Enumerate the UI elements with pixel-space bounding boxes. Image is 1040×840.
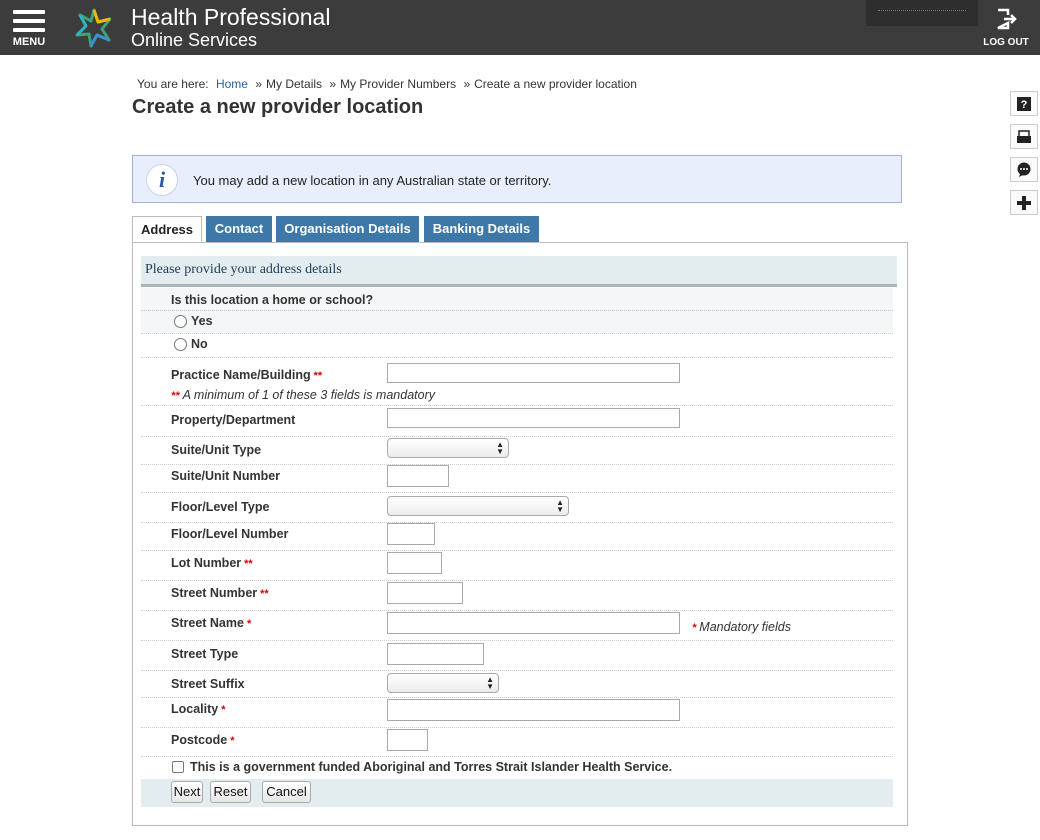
- tab-contact[interactable]: Contact: [206, 216, 272, 242]
- street-number-label: Street Number: [171, 586, 258, 600]
- add-icon[interactable]: [1010, 190, 1038, 215]
- breadcrumb-prefix: You are here:: [137, 77, 209, 91]
- radio-yes[interactable]: [174, 315, 187, 328]
- min-fields-note: A minimum of 1 of these 3 fields is mand…: [182, 388, 435, 402]
- locality-input[interactable]: [387, 699, 680, 721]
- brand-subtitle: Online Services: [131, 30, 258, 50]
- breadcrumb-my-details[interactable]: My Details: [266, 77, 322, 91]
- postcode-label: Postcode: [171, 733, 228, 747]
- svg-text:?: ?: [1021, 99, 1028, 111]
- form-actions: Next Reset Cancel: [141, 779, 893, 807]
- logout-icon: [997, 8, 1017, 30]
- floor-number-input[interactable]: [387, 523, 435, 545]
- logout-label: LOG OUT: [983, 37, 1029, 48]
- street-number-input[interactable]: [387, 582, 463, 604]
- street-name-row: Street Name * * Mandatory fields: [141, 611, 893, 641]
- required-marker: *: [221, 704, 226, 716]
- required-marker: **: [260, 588, 269, 600]
- property-label: Property/Department: [171, 413, 296, 427]
- postcode-input[interactable]: [387, 729, 428, 751]
- required-marker: **: [171, 390, 180, 402]
- print-icon[interactable]: [1010, 124, 1038, 149]
- reset-button[interactable]: Reset: [210, 781, 251, 803]
- street-name-input[interactable]: [387, 612, 680, 634]
- logout-button[interactable]: LOG OUT: [982, 8, 1030, 48]
- home-school-question: Is this location a home or school?: [171, 293, 374, 307]
- practice-name-label: Practice Name/Building: [171, 368, 311, 382]
- aboriginal-service-checkbox[interactable]: [172, 761, 184, 773]
- suite-number-label: Suite/Unit Number: [171, 469, 281, 483]
- side-toolbar: ?: [1010, 91, 1038, 223]
- tab-banking-details[interactable]: Banking Details: [424, 216, 539, 242]
- property-row: Property/Department: [141, 406, 893, 437]
- radio-no-label: No: [191, 337, 208, 351]
- floor-type-label: Floor/Level Type: [171, 500, 270, 514]
- user-info-box: [866, 0, 978, 26]
- next-button[interactable]: Next: [171, 781, 203, 803]
- postcode-row: Postcode *: [141, 728, 893, 757]
- required-marker: *: [692, 622, 697, 634]
- breadcrumb-home[interactable]: Home: [216, 77, 248, 91]
- radio-yes-label: Yes: [191, 314, 213, 328]
- required-marker: **: [313, 370, 323, 382]
- suite-number-row: Suite/Unit Number: [141, 465, 893, 493]
- tab-organisation-details[interactable]: Organisation Details: [276, 216, 419, 242]
- breadcrumb: You are here: Home » My Details » My Provi…: [137, 77, 637, 91]
- page-title: Create a new provider location: [132, 96, 424, 118]
- floor-type-row: Floor/Level Type ▲ ▼: [141, 493, 893, 523]
- street-type-input[interactable]: [387, 643, 484, 665]
- menu-button[interactable]: MENU: [10, 10, 48, 48]
- info-message: You may add a new location in any Austra…: [193, 173, 552, 188]
- property-input[interactable]: [387, 408, 680, 428]
- breadcrumb-provider-numbers[interactable]: My Provider Numbers: [340, 77, 456, 91]
- hamburger-icon: [10, 10, 48, 32]
- practice-name-row: Practice Name/Building ** ** A minimum of …: [141, 358, 893, 406]
- lot-number-input[interactable]: [387, 552, 442, 574]
- radio-no[interactable]: [174, 338, 187, 351]
- radio-yes-row: Yes: [141, 310, 893, 334]
- brand: Health Professional Online Services: [131, 4, 331, 51]
- street-number-row: Street Number **: [141, 581, 893, 611]
- top-bar: MENU Health Professional Online Services…: [0, 0, 1040, 55]
- feedback-icon[interactable]: [1010, 157, 1038, 182]
- locality-row: Locality *: [141, 698, 893, 728]
- street-suffix-select[interactable]: ▲ ▼: [387, 673, 499, 693]
- help-icon[interactable]: ?: [1010, 91, 1038, 116]
- section-header: Please provide your address details: [141, 256, 897, 287]
- info-message-box: i You may add a new location in any Aust…: [132, 155, 902, 203]
- suite-type-row: Suite/Unit Type ▲ ▼: [141, 437, 893, 465]
- locality-label: Locality: [171, 702, 219, 716]
- street-type-row: Street Type: [141, 641, 893, 671]
- logo-icon: [75, 8, 112, 48]
- cancel-button[interactable]: Cancel: [262, 781, 311, 803]
- practice-name-input[interactable]: [387, 363, 680, 383]
- mandatory-fields-note: Mandatory fields: [699, 620, 791, 634]
- street-suffix-row: Street Suffix ▲ ▼: [141, 671, 893, 698]
- street-type-label: Street Type: [171, 647, 239, 661]
- radio-no-row: No: [141, 333, 893, 358]
- street-suffix-label: Street Suffix: [171, 677, 245, 691]
- suite-type-select[interactable]: ▲ ▼: [387, 438, 509, 458]
- suite-number-input[interactable]: [387, 465, 449, 487]
- brand-title: Health Professional: [131, 4, 331, 30]
- floor-number-label: Floor/Level Number: [171, 527, 289, 541]
- info-icon: i: [146, 164, 178, 196]
- lot-number-row: Lot Number **: [141, 551, 893, 581]
- floor-number-row: Floor/Level Number: [141, 523, 893, 551]
- floor-type-select[interactable]: ▲ ▼: [387, 496, 569, 516]
- street-name-label: Street Name: [171, 616, 244, 630]
- tab-address[interactable]: Address: [132, 216, 202, 242]
- required-marker: **: [244, 558, 253, 570]
- required-marker: *: [230, 735, 235, 747]
- breadcrumb-current: Create a new provider location: [474, 77, 637, 91]
- menu-label: MENU: [12, 36, 46, 48]
- aboriginal-service-label: This is a government funded Aboriginal a…: [190, 760, 673, 774]
- suite-type-label: Suite/Unit Type: [171, 443, 262, 457]
- lot-number-label: Lot Number: [171, 556, 242, 570]
- required-marker: *: [246, 618, 252, 630]
- aboriginal-service-row: This is a government funded Aboriginal a…: [141, 757, 893, 779]
- address-form-panel: Please provide your address details Is t…: [132, 242, 908, 826]
